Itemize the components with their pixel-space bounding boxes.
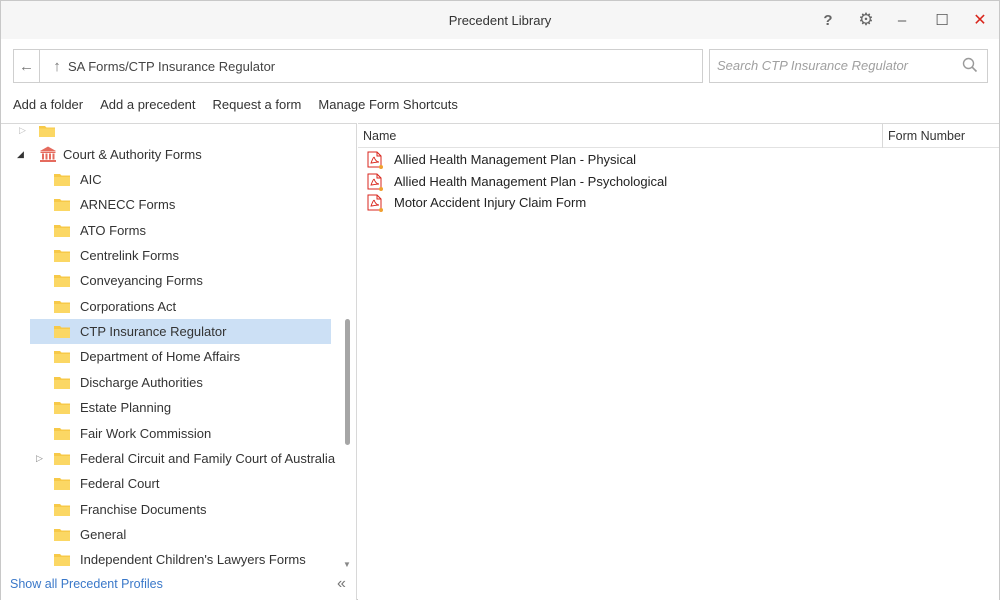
collapsed-triangle-icon[interactable]: ▷: [36, 453, 46, 463]
tree-item-folder[interactable]: ARNECC Forms: [1, 192, 339, 217]
column-header-name[interactable]: Name: [363, 129, 396, 143]
folder-icon: [39, 126, 55, 137]
folder-icon: [54, 376, 70, 389]
show-all-precedent-profiles-link[interactable]: Show all Precedent Profiles: [10, 577, 163, 591]
folder-icon: [54, 199, 70, 212]
folder-icon: [54, 528, 70, 541]
precedent-library-window: Precedent Library ? ⚙ – ☐ ✕ ← ↑ SA Forms…: [0, 0, 1000, 600]
folder-icon: [54, 224, 70, 237]
tree-root-label: Court & Authority Forms: [63, 147, 202, 162]
tree-item-folder[interactable]: Federal Court: [1, 471, 339, 496]
tree-root-court-authority-forms[interactable]: ◢ Court & Authority Forms: [1, 142, 339, 167]
tree-item-label: CTP Insurance Regulator: [80, 324, 227, 340]
folder-icon: [54, 478, 70, 491]
folder-icon: [54, 351, 70, 364]
list-row[interactable]: Allied Health Management Plan - Psycholo…: [358, 171, 999, 192]
tree-item-label: Franchise Documents: [80, 501, 207, 517]
tree-item-folder[interactable]: Centrelink Forms: [1, 243, 339, 268]
search-input[interactable]: [717, 58, 957, 73]
search-icon[interactable]: [961, 56, 979, 74]
tree-item-label: Fair Work Commission: [80, 425, 212, 441]
tree-item-folder[interactable]: ▷ Federal Circuit and Family Court of Aus…: [1, 446, 339, 471]
tree-item-folder[interactable]: Discharge Authorities: [1, 370, 339, 395]
settings-gear-icon[interactable]: ⚙: [853, 7, 879, 33]
tree-item-label: General: [80, 526, 127, 542]
tree-item-label: Independent Children's Lawyers Forms: [80, 552, 306, 568]
request-form-button[interactable]: Request a form: [213, 97, 302, 112]
tree-item-folder[interactable]: Department of Home Affairs: [1, 344, 339, 369]
address-bar: ← ↑ SA Forms/CTP Insurance Regulator: [13, 49, 703, 83]
tree-item-folder[interactable]: Franchise Documents: [1, 497, 339, 522]
scroll-thumb[interactable]: [345, 319, 350, 445]
folder-icon: [54, 452, 70, 465]
precedent-name: Motor Accident Injury Claim Form: [394, 195, 587, 210]
tree-item-folder[interactable]: Fair Work Commission: [1, 421, 339, 446]
tree-scrollbar[interactable]: ▼: [340, 124, 355, 574]
scroll-down-icon[interactable]: ▼: [343, 560, 351, 569]
folder-icon: [54, 275, 70, 288]
pdf-file-icon: [367, 151, 383, 169]
list-row[interactable]: Allied Health Management Plan - Physical: [358, 149, 999, 170]
folder-icon: [54, 427, 70, 440]
tree-item-label: Discharge Authorities: [80, 374, 203, 390]
action-bar: Add a folder Add a precedent Request a f…: [13, 97, 475, 112]
tree-item-label: Corporations Act: [80, 298, 177, 314]
window-title: Precedent Library: [448, 13, 552, 28]
folder-icon: [54, 250, 70, 263]
list-row[interactable]: Motor Accident Injury Claim Form: [358, 192, 999, 213]
tree-item-partial[interactable]: ▷: [1, 124, 339, 143]
add-folder-button[interactable]: Add a folder: [13, 97, 83, 112]
collapse-pane-icon[interactable]: «: [337, 575, 346, 593]
list-header: Name Form Number: [358, 124, 999, 148]
tree-item-folder[interactable]: AIC: [1, 167, 339, 192]
up-arrow-icon[interactable]: ↑: [46, 50, 68, 82]
tree-item-label: Estate Planning: [80, 400, 172, 416]
maximize-button[interactable]: ☐: [929, 7, 955, 33]
expander-icon[interactable]: ▷: [19, 125, 29, 135]
tree-item-folder[interactable]: ATO Forms: [1, 218, 339, 243]
search-box: [709, 49, 988, 83]
tree-item-folder[interactable]: CTP Insurance Regulator: [1, 319, 339, 345]
folder-icon: [54, 326, 70, 339]
tree-item-label: Centrelink Forms: [80, 248, 179, 264]
folder-icon: [54, 174, 70, 186]
minimize-button[interactable]: –: [889, 7, 915, 33]
close-button[interactable]: ✕: [967, 7, 993, 33]
back-arrow-icon[interactable]: ←: [14, 50, 40, 82]
pdf-file-icon: [367, 173, 383, 191]
tree-item-label: ATO Forms: [80, 222, 146, 238]
tree-item-folder[interactable]: Corporations Act: [1, 294, 339, 319]
courthouse-icon: [40, 146, 56, 162]
tree-item-folder[interactable]: General: [1, 522, 339, 547]
folder-tree: ▷ ◢ Court & Authority Forms AIC ARNECC Fo…: [1, 123, 357, 600]
precedent-name: Allied Health Management Plan - Physical: [394, 152, 637, 167]
tree-item-label: ARNECC Forms: [80, 197, 176, 213]
title-bar: Precedent Library ? ⚙ – ☐ ✕: [1, 1, 999, 39]
tree-item-folder[interactable]: Estate Planning: [1, 395, 339, 420]
address-path[interactable]: SA Forms/CTP Insurance Regulator: [68, 59, 275, 74]
tree-item-label: Department of Home Affairs: [80, 349, 241, 365]
manage-form-shortcuts-button[interactable]: Manage Form Shortcuts: [318, 97, 457, 112]
tree-item-folder[interactable]: Conveyancing Forms: [1, 268, 339, 293]
help-button[interactable]: ?: [815, 7, 841, 33]
folder-icon: [54, 554, 70, 567]
add-precedent-button[interactable]: Add a precedent: [100, 97, 195, 112]
tree-item-label: Federal Circuit and Family Court of Aust…: [80, 450, 336, 466]
tree-item-folder[interactable]: Independent Children's Lawyers Forms: [1, 547, 339, 572]
precedent-list: Name Form Number Allied Health Managemen…: [358, 123, 999, 600]
tree-item-label: Conveyancing Forms: [80, 273, 203, 289]
precedent-name: Allied Health Management Plan - Psycholo…: [394, 173, 668, 189]
expanded-triangle-icon[interactable]: ◢: [17, 149, 24, 160]
pdf-file-icon: [367, 194, 383, 212]
tree-item-label: Federal Court: [80, 476, 160, 492]
folder-icon: [54, 503, 70, 516]
folder-icon: [54, 402, 70, 415]
column-divider[interactable]: [882, 124, 883, 148]
tree-item-label: AIC: [80, 172, 102, 187]
column-header-form-number[interactable]: Form Number: [888, 129, 965, 143]
folder-icon: [54, 300, 70, 313]
